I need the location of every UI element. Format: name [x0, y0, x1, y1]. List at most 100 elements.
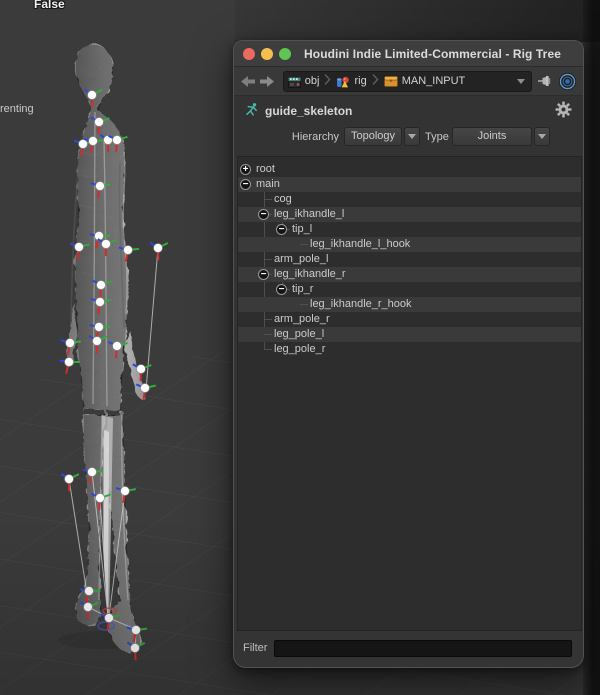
- expand-toggle-icon[interactable]: +: [240, 164, 251, 175]
- joint-dot: [95, 297, 105, 307]
- path-separator-icon: [324, 73, 331, 89]
- joint-marker[interactable]: [59, 357, 80, 374]
- joint-dot: [112, 341, 122, 351]
- tree-item-label: tip_r: [292, 283, 314, 295]
- tree-item-label: cog: [274, 193, 292, 205]
- path-segment-obj[interactable]: obj: [287, 75, 320, 88]
- hierarchy-label: Hierarchy: [291, 131, 339, 143]
- link-target-icon[interactable]: [558, 72, 577, 91]
- network-path-field[interactable]: obj rig MAN_INPUT: [282, 70, 532, 92]
- hierarchy-select-arrow[interactable]: [404, 127, 420, 146]
- tree-item-label: main: [256, 178, 280, 190]
- joint-dot: [96, 280, 106, 290]
- collapse-toggle-icon[interactable]: −: [240, 179, 251, 190]
- tree-item-label: arm_pole_r: [274, 313, 330, 325]
- tree-item-label: root: [256, 163, 275, 175]
- joint-dot: [153, 243, 163, 253]
- tree-item-leg_ikhandle_r_hook[interactable]: leg_ikhandle_r_hook: [238, 297, 581, 312]
- tree-item-label: leg_ikhandle_l_hook: [310, 238, 411, 250]
- joint-dot: [123, 245, 133, 255]
- type-select[interactable]: Joints: [452, 127, 532, 146]
- viewport-parenting-label: renting: [0, 103, 34, 115]
- joint-dot: [87, 467, 97, 477]
- joint-dot: [74, 242, 84, 252]
- skeleton-icon: [244, 102, 259, 122]
- joint-dot: [92, 336, 102, 346]
- tree-item-arm_pole_l[interactable]: arm_pole_l: [238, 252, 581, 267]
- joint-dot: [64, 357, 74, 367]
- filter-bar: Filter: [234, 629, 583, 667]
- obj-network-icon: [287, 75, 301, 88]
- joint-dot: [120, 486, 130, 496]
- pane-header: guide_skeleton Hierarchy Topology Type J…: [234, 96, 583, 156]
- tree-item-arm_pole_r[interactable]: arm_pole_r: [238, 312, 581, 327]
- tree-item-label: leg_ikhandle_r_hook: [310, 298, 412, 310]
- path-segment-rig[interactable]: rig: [336, 75, 367, 88]
- tree-connector-stub: [300, 244, 308, 245]
- tree-item-tip_l[interactable]: − tip_l: [238, 222, 581, 237]
- path-segment-label: MAN_INPUT: [401, 75, 466, 87]
- tree-connector-stub: [264, 334, 272, 335]
- tree-item-label: leg_ikhandle_l: [274, 208, 345, 220]
- joint-marker[interactable]: [149, 241, 169, 261]
- path-segment-MAN_INPUT[interactable]: MAN_INPUT: [383, 75, 466, 87]
- tree-item-cog[interactable]: cog: [238, 192, 581, 207]
- input-node-icon: [383, 75, 398, 87]
- joint-dot: [87, 90, 97, 100]
- minimize-window-button[interactable]: [261, 47, 273, 60]
- tree-item-label: leg_pole_l: [274, 328, 325, 340]
- close-window-button[interactable]: [243, 47, 255, 60]
- tree-connector-stub: [264, 319, 272, 320]
- titlebar[interactable]: Houdini Indie Limited-Commercial - Rig T…: [234, 41, 583, 67]
- joint-dot: [95, 181, 105, 191]
- tree-item-leg_pole_r[interactable]: leg_pole_r: [238, 342, 581, 357]
- path-segment-label: obj: [304, 75, 320, 87]
- tree-item-main[interactable]: − main: [238, 177, 581, 192]
- tree-connector-stub: [264, 259, 272, 260]
- tree-connector-stub: [300, 304, 308, 305]
- window-title: Houdini Indie Limited-Commercial - Rig T…: [304, 46, 561, 61]
- joint-dot: [94, 117, 104, 127]
- tree-item-tip_r[interactable]: − tip_r: [238, 282, 581, 297]
- joint-dot: [101, 239, 111, 249]
- joint-dot: [140, 383, 150, 393]
- tree-item-leg_pole_l[interactable]: leg_pole_l: [238, 327, 581, 342]
- tree-item-label: arm_pole_l: [274, 253, 329, 265]
- filter-input[interactable]: [274, 639, 572, 657]
- collapse-toggle-icon[interactable]: −: [276, 284, 287, 295]
- geometry-node-icon: [336, 75, 350, 88]
- hierarchy-select[interactable]: Topology: [344, 127, 402, 146]
- path-segment-label: rig: [354, 75, 367, 87]
- tree-item-leg_ikhandle_l_hook[interactable]: leg_ikhandle_l_hook: [238, 237, 581, 252]
- tree-item-root[interactable]: + root: [238, 162, 581, 177]
- joint-dot: [94, 322, 104, 332]
- rig-tree-view[interactable]: + root − main cog − leg_ikhandle_l − tip_l leg_ik…: [237, 156, 582, 631]
- joint-dot: [112, 135, 122, 145]
- viewport-shading-top: [235, 0, 600, 42]
- node-name: guide_skeleton: [265, 104, 353, 118]
- forward-arrow-icon[interactable]: [258, 74, 274, 88]
- collapse-toggle-icon[interactable]: −: [258, 269, 269, 280]
- back-arrow-icon[interactable]: [240, 74, 256, 88]
- joint-dot: [78, 139, 88, 149]
- maximize-window-button[interactable]: [279, 47, 291, 60]
- path-dropdown-icon[interactable]: [516, 78, 525, 84]
- tree-item-leg_ikhandle_r[interactable]: − leg_ikhandle_r: [238, 267, 581, 282]
- tree-item-leg_ikhandle_l[interactable]: − leg_ikhandle_l: [238, 207, 581, 222]
- filter-label: Filter: [243, 642, 268, 654]
- collapse-toggle-icon[interactable]: −: [276, 224, 287, 235]
- type-label: Type: [425, 131, 449, 143]
- tree-connector-stub: [264, 349, 272, 350]
- joint-dot: [64, 474, 74, 484]
- tree-connector-stub: [264, 199, 272, 200]
- joint-dot: [88, 136, 98, 146]
- collapse-toggle-icon[interactable]: −: [258, 209, 269, 220]
- gear-icon[interactable]: [555, 101, 572, 123]
- viewport-false-flag: False: [34, 0, 65, 11]
- type-select-arrow[interactable]: [534, 127, 550, 146]
- toolbar: obj rig MAN_INPUT: [234, 67, 583, 96]
- rig-tree-window: Houdini Indie Limited-Commercial - Rig T…: [233, 40, 584, 668]
- joint-dot: [136, 364, 146, 374]
- tree-item-label: leg_ikhandle_r: [274, 268, 346, 280]
- pin-icon[interactable]: [537, 73, 553, 89]
